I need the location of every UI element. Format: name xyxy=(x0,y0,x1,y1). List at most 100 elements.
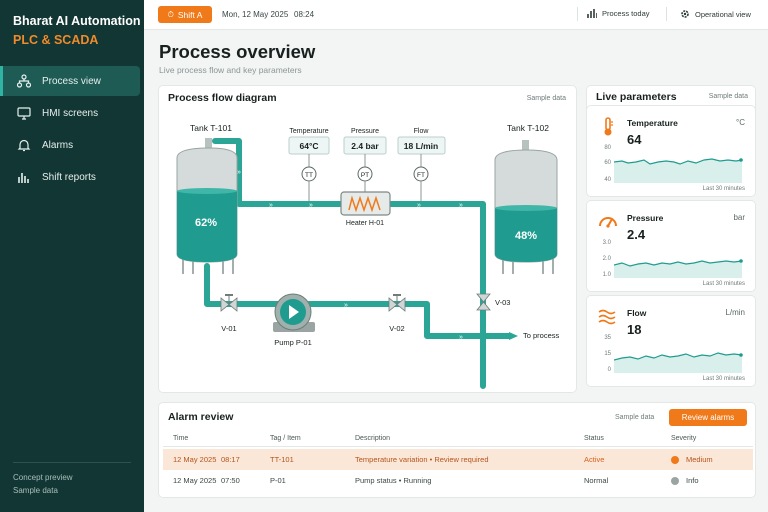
instrument-flow[interactable]: Flow 18 L/min FT xyxy=(397,128,446,201)
axis-tick: 60 xyxy=(604,160,611,166)
instrument-tag: PT xyxy=(361,172,369,179)
param-card-flow[interactable]: Flow 18 L/min 35 15 0 Last 30 minutes xyxy=(586,295,756,387)
header-divider xyxy=(163,446,753,447)
column-header-status[interactable]: Status xyxy=(584,435,604,442)
alarm-severity: Info xyxy=(686,476,699,485)
axis-tick: 2.0 xyxy=(602,256,611,262)
heater-label: Heater H-01 xyxy=(346,220,384,227)
param-name: Temperature xyxy=(627,118,678,128)
operational-view-link[interactable]: Operational view xyxy=(680,9,751,19)
axis-tick: 15 xyxy=(604,351,611,357)
brand-name: Bharat AI Automation xyxy=(13,14,141,28)
network-icon xyxy=(16,73,32,89)
sidebar-item-label: HMI screens xyxy=(42,107,99,119)
valve-label: V-02 xyxy=(389,324,404,333)
svg-text:»: » xyxy=(459,202,463,209)
brand-subtitle: PLC & SCADA xyxy=(13,33,99,47)
sidebar-footer: Concept preview Sample data xyxy=(13,462,131,497)
divider xyxy=(577,7,578,21)
axis-tick: 1.0 xyxy=(602,272,611,278)
alarm-review-card: Alarm review Sample data Review alarms T… xyxy=(158,402,756,498)
bar-chart-icon xyxy=(16,169,32,185)
process-flow-diagram: Process flow diagram Sample data » » » » »… xyxy=(168,92,566,389)
table-row[interactable]: 12 May 2025 08:17 TT-101 Temperature var… xyxy=(163,449,753,470)
flow-title: Process flow diagram xyxy=(168,92,277,104)
instrument-label: Temperature xyxy=(289,128,328,135)
sidebar-item-process-view[interactable]: Process view xyxy=(0,66,140,96)
sidebar-item-label: Process view xyxy=(42,75,101,87)
flow-sample-label: Sample data xyxy=(527,95,566,102)
valve-label: V-03 xyxy=(495,298,510,307)
instrument-value: 18 L/min xyxy=(404,141,438,151)
param-name: Pressure xyxy=(627,213,664,223)
param-unit: L/min xyxy=(725,308,745,317)
svg-text:»: » xyxy=(309,202,313,209)
param-card-pressure[interactable]: Pressure 2.4 bar 3.0 2.0 1.0 Last 30 min… xyxy=(586,200,756,292)
instrument-tag: FT xyxy=(417,172,425,179)
valve-v02[interactable]: V-02 xyxy=(388,294,406,333)
sidebar-nav: Process view HMI screens Alarms Shift re… xyxy=(0,66,140,194)
process-today-link[interactable]: Process today xyxy=(587,9,650,18)
sidebar-item-label: Shift reports xyxy=(42,171,96,183)
severity-dot xyxy=(671,456,679,464)
current-time: 08:24 xyxy=(294,10,315,19)
concept-note: Concept preview xyxy=(13,473,73,482)
param-name: Flow xyxy=(627,308,647,318)
svg-text:»: » xyxy=(269,202,273,209)
sidebar: Bharat AI Automation PLC & SCADA Process… xyxy=(0,0,144,512)
svg-text:»: » xyxy=(344,302,348,309)
valve-label: V-01 xyxy=(221,324,236,333)
bar-chart-icon xyxy=(587,9,597,18)
alarm-tag: TT-101 xyxy=(270,455,294,464)
tank-t102-level: 48% xyxy=(515,230,537,242)
param-footer: Last 30 minutes xyxy=(702,376,745,382)
param-value: 64 xyxy=(627,132,642,147)
sidebar-item-alarms[interactable]: Alarms xyxy=(0,130,140,160)
pipework xyxy=(204,138,512,389)
live-parameters-panel: Live parameters Sample data Temperature … xyxy=(586,85,756,393)
alarm-description: Pump status • Running xyxy=(355,476,432,485)
alarm-date: 12 May 2025 xyxy=(173,476,217,485)
axis-tick: 80 xyxy=(604,145,611,151)
valve-v01[interactable]: V-01 xyxy=(220,294,238,333)
bell-icon xyxy=(16,137,32,153)
column-header-time[interactable]: Time xyxy=(173,435,188,442)
sparkline-pressure xyxy=(614,259,743,278)
instrument-pressure[interactable]: Pressure 2.4 bar PT xyxy=(343,128,387,192)
param-card-temperature[interactable]: Temperature 64 °C 80 60 40 Last 30 minut… xyxy=(586,105,756,197)
review-alarms-button[interactable]: Review alarms xyxy=(669,409,747,426)
tank-t101[interactable]: 62% xyxy=(176,138,238,274)
param-unit: bar xyxy=(733,213,745,222)
sidebar-item-shift-reports[interactable]: Shift reports xyxy=(0,162,140,192)
instrument-tag: TT xyxy=(305,172,313,179)
svg-text:»: » xyxy=(237,169,241,176)
shift-label: Shift A xyxy=(177,9,203,20)
alarm-status: Active xyxy=(584,455,605,464)
current-date: Mon, 12 May 2025 xyxy=(222,10,289,19)
alarm-severity: Medium xyxy=(686,455,713,464)
pump-label: Pump P-01 xyxy=(274,338,312,347)
shift-selector-button[interactable]: ⏱ Shift A xyxy=(158,6,212,23)
instrument-temperature[interactable]: Temperature 64°C TT xyxy=(288,128,330,201)
tank-t102[interactable]: 48% xyxy=(494,140,558,274)
column-header-severity[interactable]: Severity xyxy=(671,435,696,442)
column-header-tag[interactable]: Tag / Item xyxy=(270,435,301,442)
sidebar-item-label: Alarms xyxy=(42,139,74,151)
axis-tick: 40 xyxy=(604,177,611,183)
table-row[interactable]: 12 May 2025 07:50 P-01 Pump status • Run… xyxy=(163,470,753,491)
outlet-label: To process xyxy=(523,331,560,340)
alarm-tag: P-01 xyxy=(270,476,286,485)
sidebar-item-hmi-screens[interactable]: HMI screens xyxy=(0,98,140,128)
column-header-description[interactable]: Description xyxy=(355,435,390,442)
outlet-arrow xyxy=(509,332,518,340)
tank-t102-label: Tank T-102 xyxy=(507,123,549,133)
param-footer: Last 30 minutes xyxy=(702,186,745,192)
process-flow-card: Process flow diagram Sample data » » » » »… xyxy=(158,85,577,393)
axis-tick: 3.0 xyxy=(602,240,611,246)
instrument-value: 2.4 bar xyxy=(351,141,379,151)
axis-tick: 0 xyxy=(607,367,611,373)
instrument-label: Flow xyxy=(414,128,430,135)
heater-h01[interactable]: Heater H-01 xyxy=(340,191,391,227)
alarm-date: 12 May 2025 xyxy=(173,455,217,464)
alarm-title: Alarm review xyxy=(168,411,234,423)
